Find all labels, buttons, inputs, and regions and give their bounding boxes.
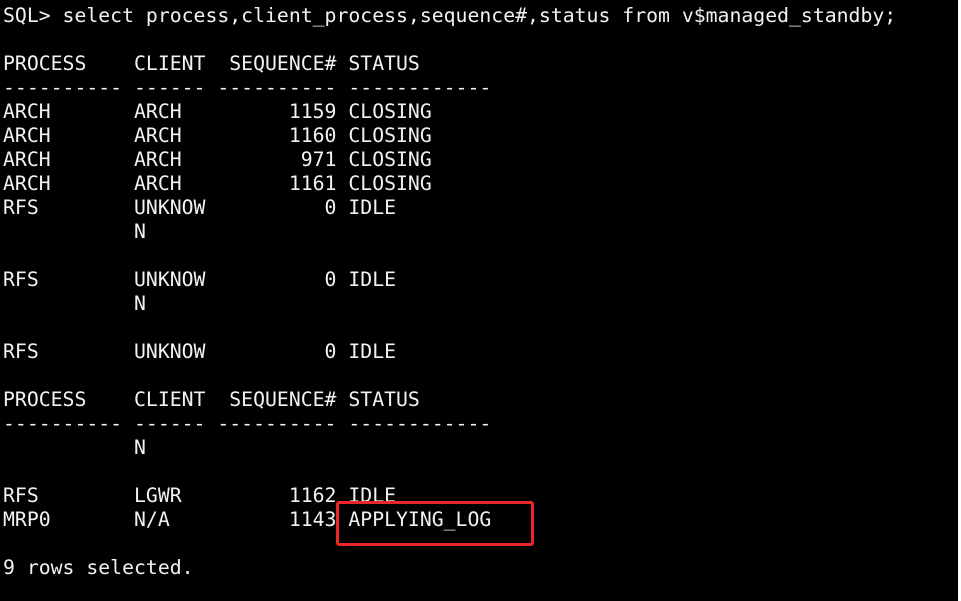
sql-command-line: SQL> select process,client_process,seque… [3,4,897,27]
column-separator-row: ---------- ------ ---------- -----------… [3,76,492,99]
terminal-output[interactable]: SQL> select process,client_process,seque… [0,0,958,601]
result-row: RFS UNKNOW 0 IDLE [3,340,397,363]
result-row-wrap: N [3,220,146,243]
result-row: RFS LGWR 1162 IDLE [3,484,397,507]
result-row: ARCH ARCH 1159 CLOSING [3,100,432,123]
rows-selected-footer: 9 rows selected. [3,556,194,579]
result-row: RFS UNKNOW 0 IDLE [3,268,397,291]
column-header-row: PROCESS CLIENT SEQUENCE# STATUS [3,52,420,75]
result-row: RFS UNKNOW 0 IDLE [3,196,397,219]
result-row: ARCH ARCH 1160 CLOSING [3,124,432,147]
result-row: ARCH ARCH 1161 CLOSING [3,172,432,195]
column-separator-row: ---------- ------ ---------- -----------… [3,412,492,435]
result-row: ARCH ARCH 971 CLOSING [3,148,432,171]
column-header-row: PROCESS CLIENT SEQUENCE# STATUS [3,388,420,411]
result-row-wrap: N [3,436,146,459]
result-row-wrap: N [3,292,146,315]
result-row-mrp0: MRP0 N/A 1143 APPLYING_LOG [3,508,492,531]
